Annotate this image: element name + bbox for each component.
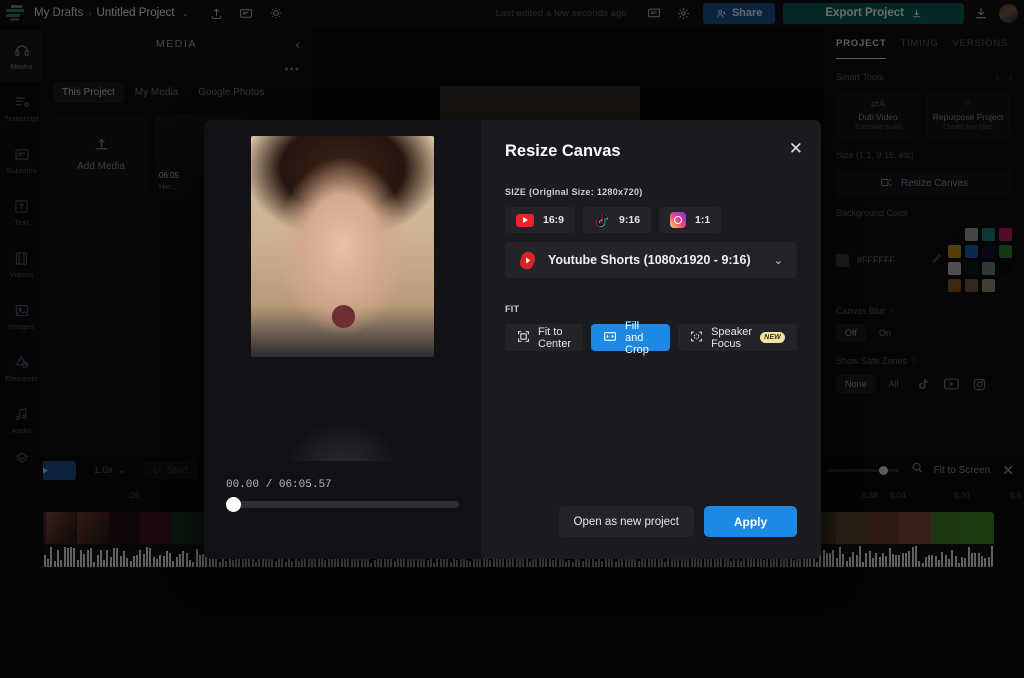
apply-button[interactable]: Apply <box>704 506 797 537</box>
fit-options: Fit to Center Fill and Crop Speaker Focu… <box>505 324 797 351</box>
preview-timecode: 00.00 / 06:05.57 <box>226 479 459 491</box>
ratio-label: 9:16 <box>619 214 640 226</box>
fill-and-crop-button[interactable]: Fill and Crop <box>591 324 670 351</box>
time-current: 00.00 <box>226 479 259 491</box>
ratio-9-16-button[interactable]: 9:16 <box>583 207 651 233</box>
fit-to-center-button[interactable]: Fit to Center <box>505 324 583 351</box>
modal-action-buttons: Open as new project Apply <box>559 506 797 537</box>
instagram-icon <box>670 212 686 228</box>
time-total: 06:05.57 <box>279 479 332 491</box>
modal-title: Resize Canvas <box>505 142 797 161</box>
preset-dropdown[interactable]: Youtube Shorts (1080x1920 - 9:16) ⌄ <box>505 242 797 278</box>
fit-label: Fill and Crop <box>625 320 658 356</box>
app-root: My Drafts › Untitled Project ⌄ Last edit… <box>0 0 1024 678</box>
youtube-icon <box>516 214 534 227</box>
frame-icon <box>517 330 530 346</box>
expand-icon <box>603 330 617 346</box>
video-subject-detail <box>332 305 356 328</box>
ratio-label: 16:9 <box>543 214 564 226</box>
aspect-ratio-options: 16:9 9:16 1:1 <box>505 207 797 233</box>
resize-canvas-dialog: 00.00 / 06:05.57 Resize Canvas ✕ SIZE (O… <box>204 120 821 559</box>
chevron-down-icon: ⌄ <box>774 254 783 267</box>
ratio-1-1-button[interactable]: 1:1 <box>659 207 721 233</box>
open-as-new-project-button[interactable]: Open as new project <box>559 506 694 537</box>
close-icon[interactable]: ✕ <box>789 139 803 159</box>
face-focus-icon <box>690 330 703 346</box>
preview-seek-bar[interactable] <box>226 501 459 508</box>
new-badge: NEW <box>760 332 785 343</box>
preset-value: Youtube Shorts (1080x1920 - 9:16) <box>548 253 762 267</box>
fit-label: Speaker Focus <box>711 326 752 350</box>
fit-label: Fit to Center <box>538 326 571 350</box>
video-preview[interactable] <box>251 136 434 461</box>
tiktok-icon <box>594 212 610 228</box>
seek-knob[interactable] <box>226 497 241 512</box>
youtube-shorts-icon <box>519 251 536 270</box>
ratio-label: 1:1 <box>695 214 710 226</box>
speaker-focus-button[interactable]: Speaker Focus NEW <box>678 324 797 351</box>
time-separator: / <box>266 479 273 491</box>
fit-section-label: FIT <box>505 304 797 314</box>
size-section-label: SIZE (Original Size: 1280x720) <box>505 187 797 197</box>
video-subject-shirt <box>251 357 434 461</box>
ratio-16-9-button[interactable]: 16:9 <box>505 207 575 233</box>
modal-preview-pane: 00.00 / 06:05.57 <box>204 120 481 559</box>
modal-content-pane: Resize Canvas ✕ SIZE (Original Size: 128… <box>481 120 821 559</box>
